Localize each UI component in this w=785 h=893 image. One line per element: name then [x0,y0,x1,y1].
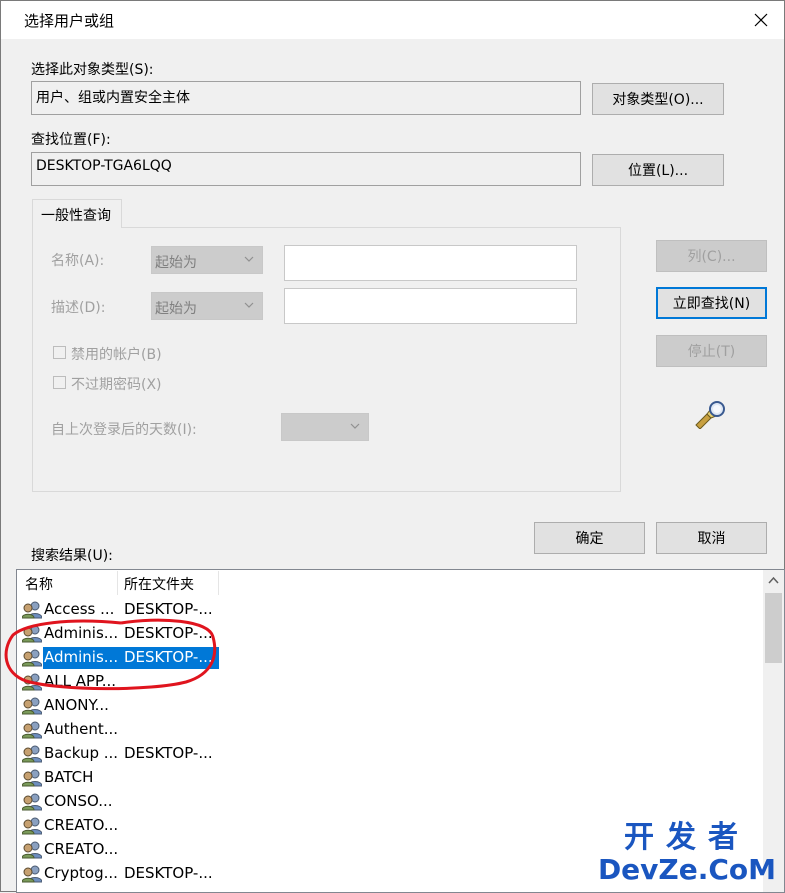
scroll-up-icon[interactable] [768,576,779,584]
disabled-accounts-checkbox[interactable] [53,346,66,359]
result-name: ANONY... [44,696,109,714]
object-type-field: 用户、组或内置安全主体 [31,81,581,115]
result-folder: DESKTOP-... [124,624,213,642]
result-row[interactable]: CREATO... [17,838,763,862]
object-type-label: 选择此对象类型(S): [31,62,154,78]
stop-button[interactable]: 停止(T) [656,335,767,367]
search-results-label: 搜索结果(U): [31,548,113,564]
locations-button[interactable]: 位置(L)... [592,154,724,186]
scroll-thumb[interactable] [765,593,782,663]
columns-button[interactable]: 列(C)... [656,240,767,272]
days-since-logon-label: 自上次登录后的天数(I): [51,422,197,438]
result-folder: DESKTOP-... [124,864,213,882]
result-folder: DESKTOP-... [124,744,213,762]
days-since-logon-select[interactable] [281,413,369,441]
disabled-accounts-label: 禁用的帐户(B) [71,347,162,363]
result-folder: DESKTOP-... [124,600,213,618]
result-name: CONSO... [44,792,113,810]
result-row[interactable]: ANONY... [17,694,763,718]
search-flashlight-icon [695,401,725,429]
result-row[interactable]: Adminis... DESKTOP-... [17,646,763,670]
result-name: Cryptog... [44,864,118,882]
result-row[interactable]: BATCH [17,766,763,790]
select-users-dialog: 选择用户或组 选择此对象类型(S): 用户、组或内置安全主体 对象类型(O)..… [0,0,785,893]
location-field: DESKTOP-TGA6LQQ [31,152,581,186]
user-group-icon [22,697,42,715]
result-folder: DESKTOP-... [124,648,213,666]
result-row[interactable]: Authent... [17,718,763,742]
description-match-select[interactable]: 起始为 [151,292,263,320]
user-group-icon [22,817,42,835]
user-group-icon [22,673,42,691]
user-group-icon [22,865,42,883]
result-name: CREATO... [44,840,119,858]
result-name: Adminis... [44,648,119,666]
tab-general-query[interactable]: 一般性查询 [32,199,122,228]
result-row[interactable]: CREATO... [17,814,763,838]
name-label: 名称(A): [51,253,105,269]
result-name: Authent... [44,720,119,738]
location-label: 查找位置(F): [31,132,111,148]
result-name: Access ... [44,600,115,618]
name-input[interactable] [284,245,577,281]
name-match-value: 起始为 [155,255,197,271]
name-match-select[interactable]: 起始为 [151,246,263,274]
title-bar: 选择用户或组 [1,1,784,39]
find-now-button[interactable]: 立即查找(N) [656,287,767,319]
user-group-icon [22,649,42,667]
result-row[interactable]: Access ... DESKTOP-... [17,598,763,622]
window-title: 选择用户或组 [24,12,115,30]
chevron-down-icon [244,256,254,262]
column-divider[interactable] [117,571,118,595]
user-group-icon [22,841,42,859]
result-row[interactable]: Adminis... DESKTOP-... [17,622,763,646]
ok-button[interactable]: 确定 [534,522,645,554]
non-expiring-password-checkbox[interactable] [53,376,66,389]
user-group-icon [22,793,42,811]
description-input[interactable] [284,288,577,324]
user-group-icon [22,721,42,739]
user-group-icon [22,625,42,643]
user-group-icon [22,769,42,787]
object-types-button[interactable]: 对象类型(O)... [592,83,724,115]
result-name: CREATO... [44,816,119,834]
search-results-list[interactable]: 名称 所在文件夹 Access ... DESKTOP-... Adminis...… [16,569,785,893]
result-row[interactable]: CONSO... [17,790,763,814]
non-expiring-password-label: 不过期密码(X) [71,377,162,393]
description-label: 描述(D): [51,300,106,316]
description-match-value: 起始为 [155,301,197,317]
close-button[interactable] [738,1,784,39]
result-row[interactable]: Backup ... DESKTOP-... [17,742,763,766]
column-divider[interactable] [218,571,219,595]
user-group-icon [22,601,42,619]
result-row[interactable]: ALL APP... [17,670,763,694]
close-icon [754,13,768,27]
vertical-scrollbar[interactable] [763,570,784,892]
column-header-name[interactable]: 名称 [25,574,53,596]
column-header-folder[interactable]: 所在文件夹 [124,574,194,596]
chevron-down-icon [350,423,360,429]
result-row[interactable]: Cryptog... DESKTOP-... [17,862,763,886]
result-name: Adminis... [44,624,119,642]
chevron-down-icon [244,302,254,308]
result-name: ALL APP... [44,672,117,690]
cancel-button[interactable]: 取消 [656,522,767,554]
user-group-icon [22,745,42,763]
result-name: BATCH [44,768,94,786]
result-name: Backup ... [44,744,119,762]
